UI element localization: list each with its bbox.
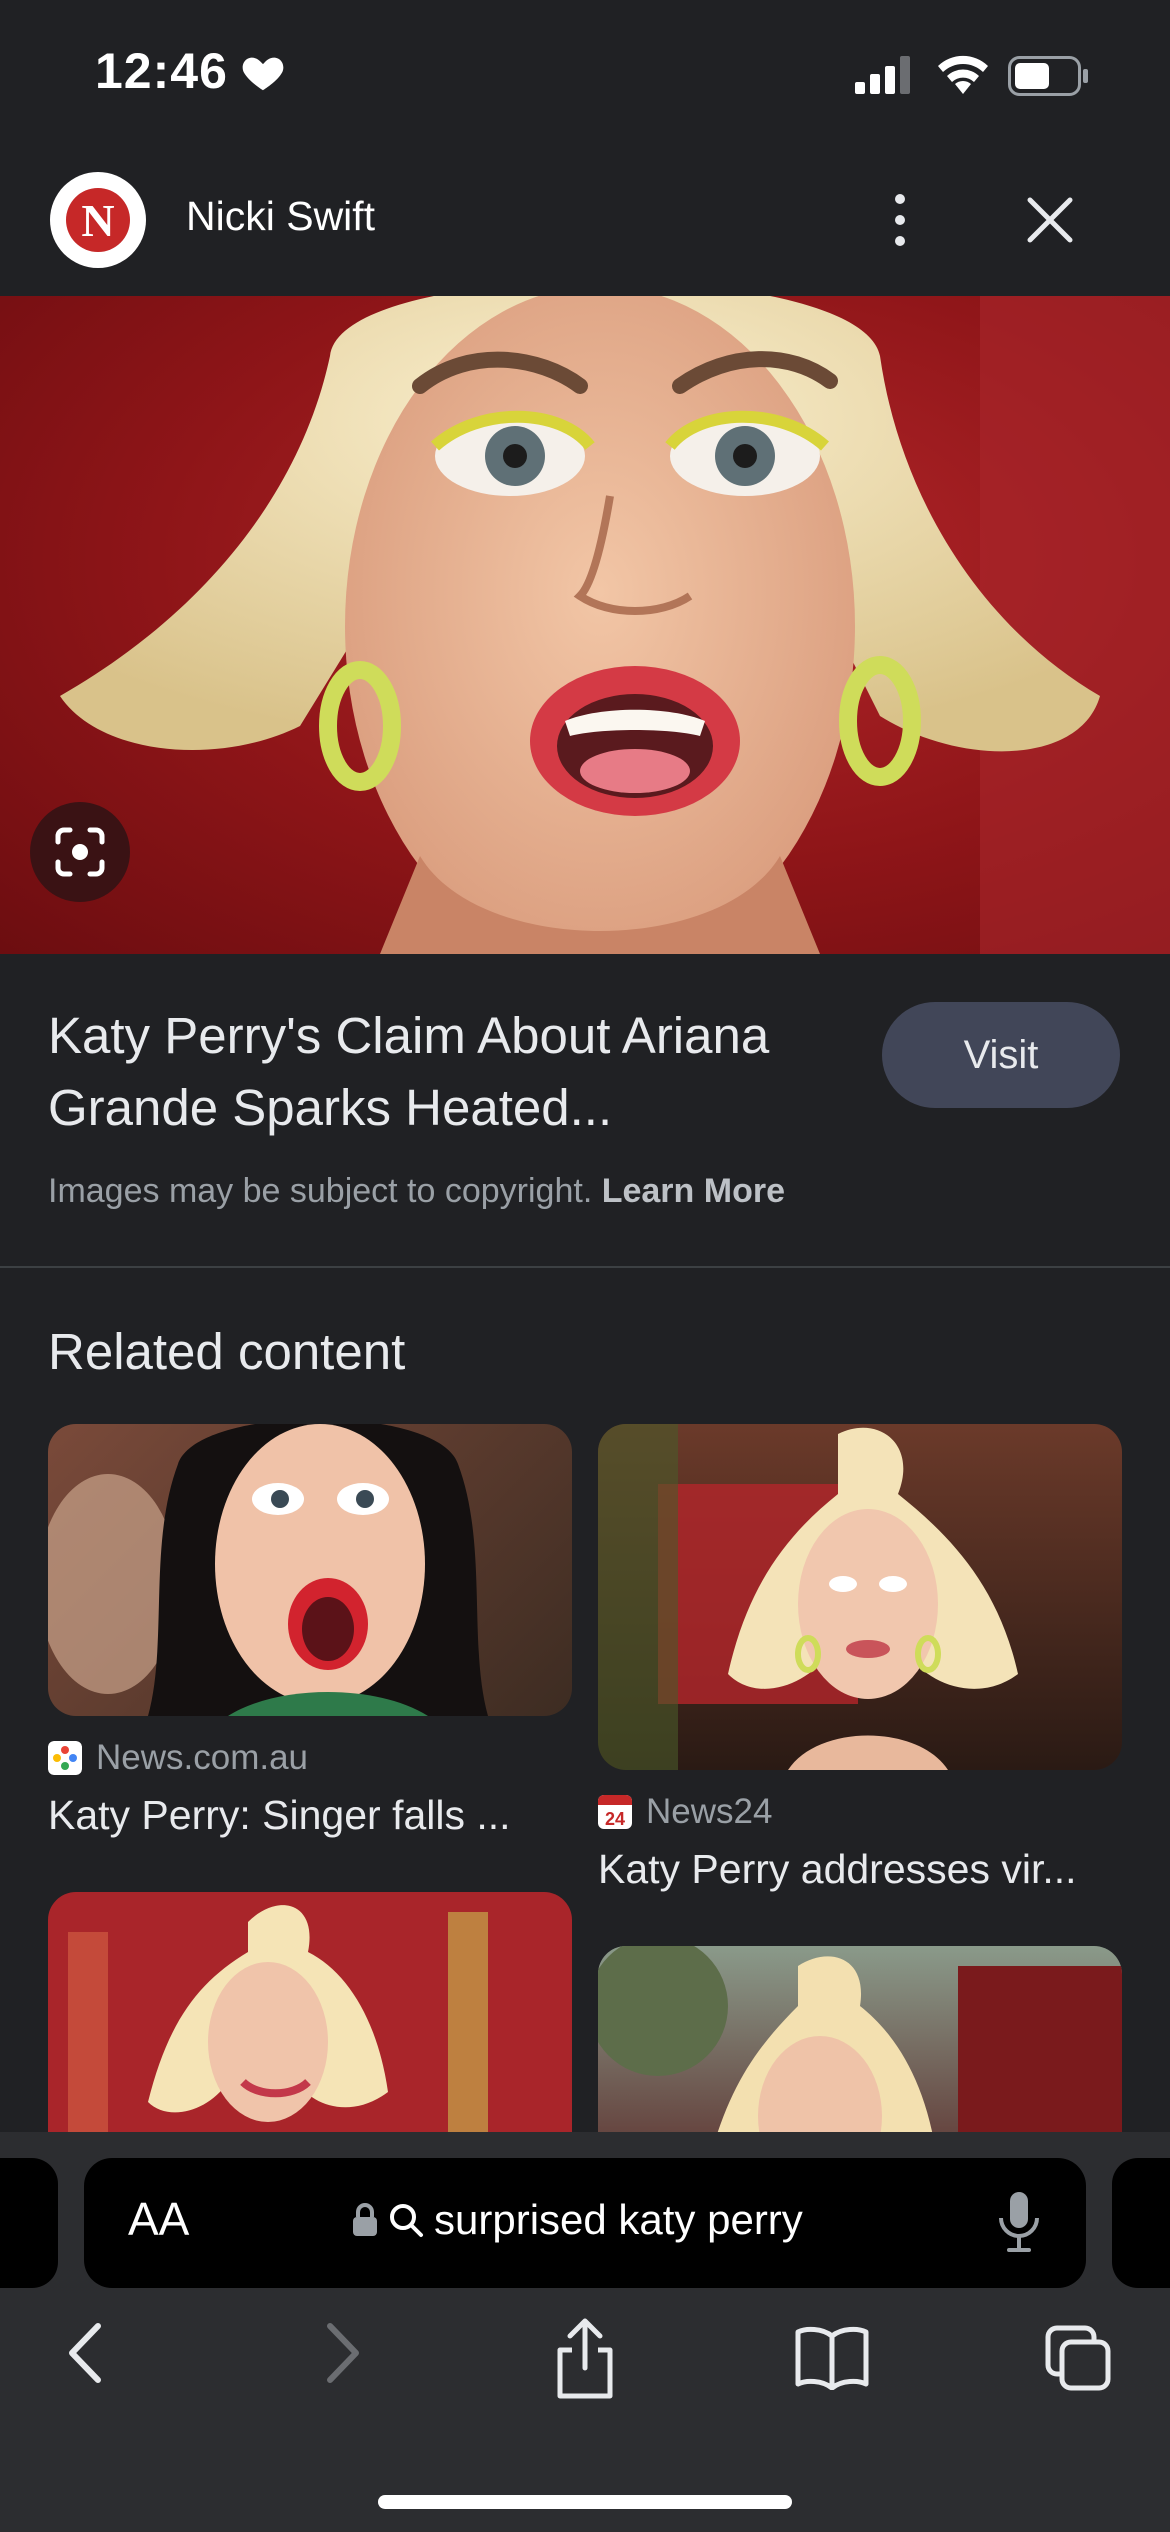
- source-name[interactable]: Nicki Swift: [186, 193, 375, 240]
- news24-favicon-icon: 24: [598, 1795, 632, 1829]
- mic-icon[interactable]: [995, 2190, 1043, 2254]
- search-query: surprised katy perry: [434, 2196, 803, 2243]
- divider: [0, 1266, 1170, 1268]
- next-tab-edge[interactable]: [1112, 2158, 1170, 2288]
- lock-icon: [353, 2203, 377, 2236]
- forward-icon[interactable]: [316, 2318, 366, 2388]
- previous-tab-edge[interactable]: [0, 2158, 58, 2288]
- text-size-button[interactable]: AA: [128, 2192, 189, 2246]
- status-time: 12:46: [95, 43, 228, 99]
- bookmarks-icon[interactable]: [794, 2326, 870, 2390]
- tabs-icon[interactable]: [1044, 2324, 1114, 2394]
- text-size-label: AA: [128, 2193, 190, 2245]
- related-source-name: News.com.au: [96, 1738, 309, 1777]
- close-icon[interactable]: [1020, 190, 1080, 250]
- svg-text:24: 24: [605, 1809, 625, 1829]
- search-icon: [390, 2204, 423, 2237]
- related-title[interactable]: Katy Perry addresses vir...: [598, 1846, 1122, 1893]
- related-thumbnail-art: [598, 1424, 1018, 1770]
- more-vert-icon[interactable]: [880, 190, 920, 250]
- share-icon[interactable]: [552, 2316, 618, 2400]
- back-icon[interactable]: [62, 2318, 112, 2388]
- related-card[interactable]: 24 News24 Katy Perry addresses vir...: [598, 1424, 1122, 1893]
- wifi-icon: [938, 55, 988, 94]
- related-thumbnail-art: [48, 1424, 488, 1716]
- source-header: [0, 150, 1170, 296]
- learn-more-link[interactable]: Learn More: [602, 1172, 785, 1210]
- related-thumbnail[interactable]: [598, 1424, 1122, 1770]
- hero-image[interactable]: [0, 296, 1170, 954]
- news-favicon-icon: [48, 1741, 82, 1775]
- lens-icon: [55, 827, 105, 877]
- related-heading: Related content: [48, 1323, 406, 1380]
- result-title[interactable]: Katy Perry's Claim About Ariana Grande S…: [48, 1000, 848, 1144]
- copyright-notice: Images may be subject to copyright. Lear…: [48, 1172, 785, 1211]
- related-thumbnail[interactable]: [48, 1424, 572, 1716]
- lens-button[interactable]: [30, 802, 130, 902]
- related-title[interactable]: Katy Perry: Singer falls ...: [48, 1792, 572, 1839]
- signal-icon: [855, 56, 910, 94]
- related-source: 24 News24: [598, 1792, 1122, 1832]
- related-source-name: News24: [646, 1792, 773, 1831]
- related-card[interactable]: News.com.au Katy Perry: Singer falls ...: [48, 1424, 572, 1839]
- battery-icon: [1008, 56, 1088, 96]
- visit-button[interactable]: Visit: [882, 1002, 1120, 1108]
- copyright-text: Images may be subject to copyright.: [48, 1172, 593, 1210]
- related-source: News.com.au: [48, 1738, 572, 1778]
- hero-illustration: [60, 296, 1170, 954]
- source-logo-letter: N: [66, 188, 130, 252]
- heart-icon: [242, 57, 284, 91]
- source-logo[interactable]: N: [50, 172, 146, 268]
- home-indicator[interactable]: [378, 2495, 792, 2509]
- url-field[interactable]: surprised katy perry: [352, 2196, 803, 2244]
